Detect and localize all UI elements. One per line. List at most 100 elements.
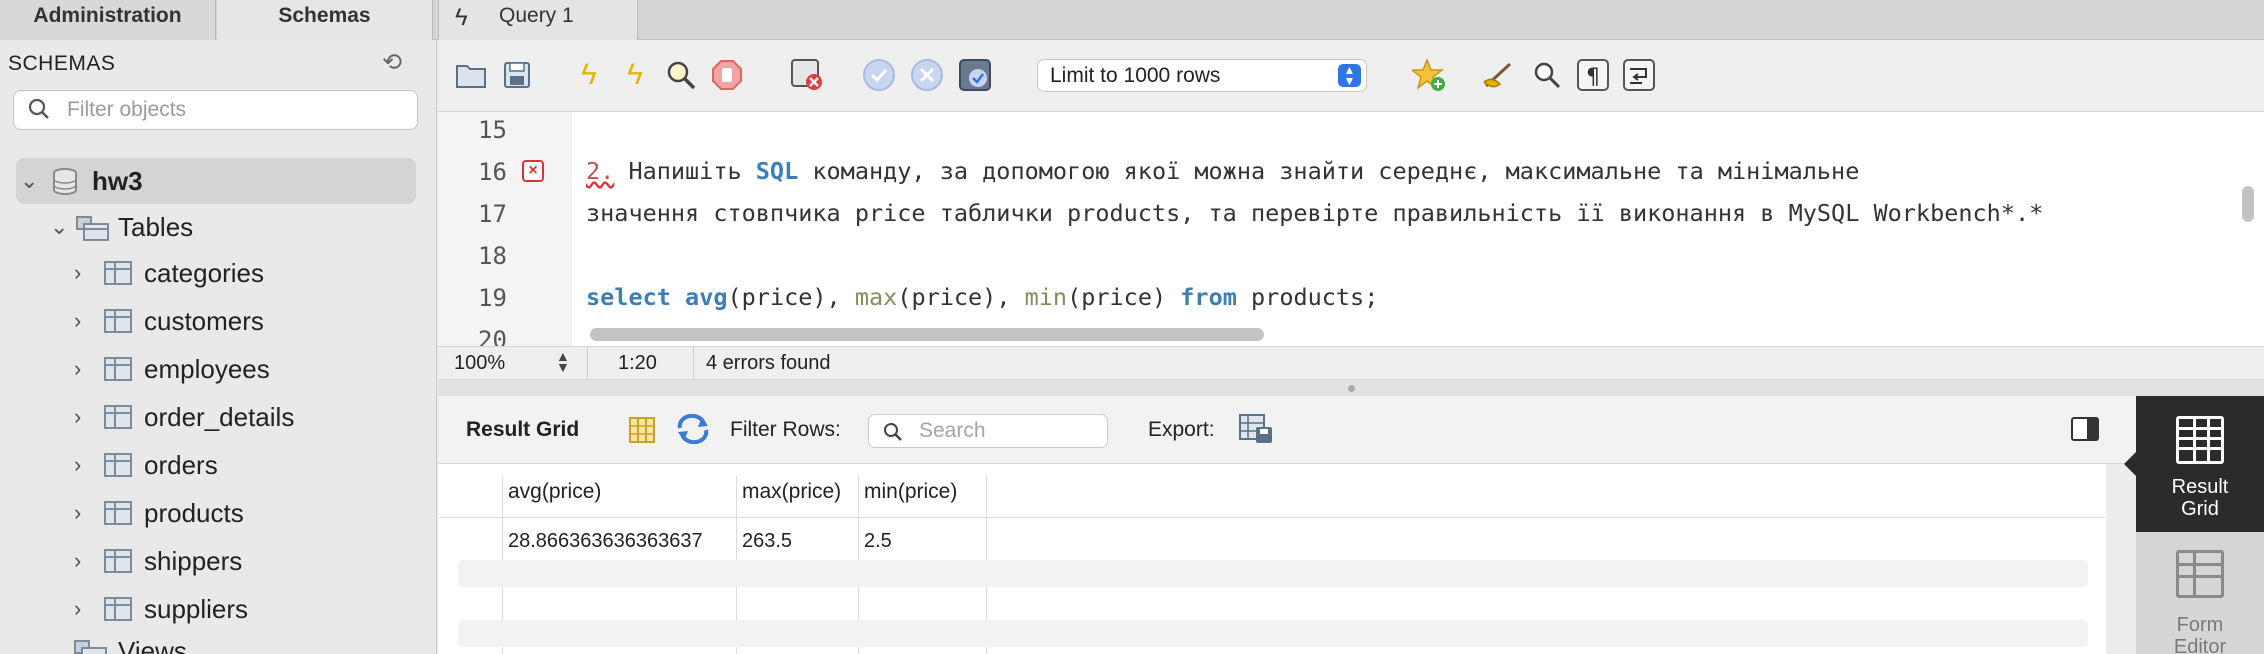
table-item[interactable]: › shippers bbox=[74, 538, 404, 584]
result-toolbar: Result Grid Filter Rows: Export: bbox=[438, 396, 2136, 464]
execute-current-icon[interactable]: ϟ bbox=[618, 58, 652, 92]
filter-rows-input[interactable] bbox=[919, 418, 1099, 444]
code-token: 2. bbox=[586, 157, 615, 185]
commit-icon[interactable] bbox=[862, 58, 896, 92]
result-grid[interactable]: avg(price) max(price) min(price) 28.8663… bbox=[438, 464, 2106, 654]
table-item[interactable]: › products bbox=[74, 490, 404, 536]
editor-status-bar: 100% ▲ ▼ 1:20 4 errors found bbox=[438, 346, 2264, 380]
column-header[interactable]: avg(price) bbox=[508, 480, 601, 504]
grid-view-icon[interactable] bbox=[628, 416, 656, 449]
schema-hw3[interactable]: ⌄ hw3 bbox=[16, 158, 416, 204]
views-label: Views bbox=[118, 636, 187, 654]
explain-icon[interactable] bbox=[664, 58, 698, 92]
find-icon[interactable] bbox=[1530, 58, 1564, 92]
toggle-side-panel-icon[interactable] bbox=[2070, 416, 2100, 447]
chevron-right-icon[interactable]: › bbox=[74, 442, 81, 488]
table-icon bbox=[104, 453, 132, 477]
table-name: suppliers bbox=[144, 594, 249, 624]
table-cell[interactable]: 263.5 bbox=[742, 530, 792, 553]
table-item[interactable]: › order_details bbox=[74, 394, 404, 440]
chevron-right-icon[interactable]: › bbox=[74, 346, 81, 392]
line-number: 20 bbox=[478, 326, 507, 346]
refresh-results-icon[interactable] bbox=[676, 413, 710, 449]
chevron-down-icon[interactable]: ⌄ bbox=[20, 158, 38, 204]
tab-administration[interactable]: Administration bbox=[0, 0, 216, 40]
refresh-icon[interactable]: ⟲ bbox=[382, 48, 402, 77]
code-line-16: 2. Напишіть SQL команду, за допомогою як… bbox=[586, 157, 1859, 185]
table-item[interactable]: › employees bbox=[74, 346, 404, 392]
beautify-icon[interactable] bbox=[1482, 58, 1516, 92]
result-grid-panel-button[interactable]: Result Grid bbox=[2124, 396, 2264, 532]
editor-toolbar: ϟ ϟ Limit to 1000 rows ▲ ▼ ¶ bbox=[438, 40, 2264, 112]
zoom-stepper-icon[interactable]: ▲ ▼ bbox=[556, 349, 570, 374]
table-item[interactable]: › customers bbox=[74, 298, 404, 344]
word-wrap-icon[interactable] bbox=[1622, 58, 1656, 92]
autocommit-icon[interactable] bbox=[958, 58, 992, 92]
chevron-right-icon[interactable]: › bbox=[74, 298, 81, 344]
chevron-right-icon[interactable]: › bbox=[74, 490, 81, 536]
save-icon[interactable] bbox=[500, 58, 534, 92]
code-token-function: min bbox=[1024, 283, 1068, 311]
code-token-keyword: SQL bbox=[755, 157, 799, 185]
splitter-handle-icon[interactable] bbox=[1348, 385, 1355, 392]
result-grid-icon bbox=[2176, 416, 2224, 464]
syntax-error-icon[interactable]: × bbox=[522, 160, 544, 182]
code-line-19: select avg(price), max(price), min(price… bbox=[586, 283, 1378, 311]
editor-vertical-scrollbar[interactable] bbox=[2242, 186, 2254, 222]
toggle-continue-on-error-icon[interactable] bbox=[790, 58, 824, 92]
line-number: 18 bbox=[478, 242, 507, 270]
table-name: shippers bbox=[144, 546, 243, 576]
chevron-right-icon[interactable]: › bbox=[74, 394, 81, 440]
table-cell[interactable]: 28.866363636363637 bbox=[508, 530, 703, 553]
table-name: categories bbox=[144, 258, 264, 288]
rollback-icon[interactable] bbox=[910, 58, 944, 92]
table-icon bbox=[104, 597, 132, 621]
code-token: (price) bbox=[1067, 283, 1181, 311]
sql-editor[interactable]: 15 16 17 18 19 20 × 2. Напишіть SQL кома… bbox=[438, 112, 2264, 346]
table-name: orders bbox=[144, 450, 218, 480]
tables-label: Tables bbox=[118, 212, 194, 242]
lightning-icon: ϟ bbox=[455, 4, 468, 31]
filter-rows-field[interactable] bbox=[868, 414, 1108, 448]
limit-rows-select[interactable]: Limit to 1000 rows ▲ ▼ bbox=[1037, 59, 1367, 92]
code-token: команду, за допомогою якої можна знайти … bbox=[798, 157, 1860, 185]
chevron-right-icon[interactable]: › bbox=[74, 586, 81, 632]
table-icon bbox=[104, 357, 132, 381]
chevron-right-icon[interactable]: › bbox=[74, 538, 81, 584]
error-count[interactable]: 4 errors found bbox=[694, 347, 994, 379]
export-label: Export: bbox=[1148, 418, 1215, 441]
add-snippet-star-icon[interactable] bbox=[1412, 58, 1446, 92]
cursor-position: 1:20 bbox=[588, 347, 694, 379]
line-number: 17 bbox=[478, 200, 507, 228]
table-name: customers bbox=[144, 306, 264, 336]
export-icon[interactable] bbox=[1238, 413, 1274, 450]
column-header[interactable]: min(price) bbox=[864, 480, 957, 504]
form-editor-panel-button[interactable]: Form Editor bbox=[2136, 532, 2264, 654]
tab-schemas[interactable]: Schemas bbox=[217, 0, 433, 40]
execute-lightning-icon[interactable]: ϟ bbox=[572, 58, 606, 92]
stop-icon[interactable] bbox=[710, 58, 744, 92]
table-item[interactable]: › categories bbox=[74, 250, 404, 296]
table-item[interactable]: › suppliers bbox=[74, 586, 404, 632]
filter-objects-input[interactable] bbox=[67, 95, 407, 125]
tree-views-folder[interactable]: Views bbox=[74, 628, 404, 654]
top-tab-bar: Administration Schemas ϟ Query 1 bbox=[0, 0, 2264, 40]
chevron-right-icon[interactable]: › bbox=[74, 250, 81, 296]
invisible-chars-icon[interactable]: ¶ bbox=[1576, 58, 1610, 92]
open-folder-icon[interactable] bbox=[454, 58, 488, 92]
column-header[interactable]: max(price) bbox=[742, 480, 841, 504]
table-cell[interactable]: 2.5 bbox=[864, 530, 892, 553]
chevron-down-icon[interactable]: ⌄ bbox=[50, 204, 68, 250]
editor-horizontal-scrollbar[interactable] bbox=[590, 328, 1264, 341]
tab-query-1[interactable]: ϟ Query 1 bbox=[438, 0, 638, 40]
filter-objects-field[interactable] bbox=[13, 90, 418, 130]
panel-splitter[interactable] bbox=[438, 380, 2264, 396]
limit-rows-value: Limit to 1000 rows bbox=[1050, 64, 1221, 87]
header-separator bbox=[438, 517, 2106, 518]
tree-tables-folder[interactable]: ⌄ Tables bbox=[46, 204, 406, 250]
empty-table-row bbox=[458, 620, 2088, 647]
table-item[interactable]: › orders bbox=[74, 442, 404, 488]
result-side-panel: Result Grid Form Editor bbox=[2124, 396, 2264, 654]
zoom-control[interactable]: 100% ▲ ▼ bbox=[438, 347, 588, 379]
result-grid-title: Result Grid bbox=[466, 418, 580, 441]
